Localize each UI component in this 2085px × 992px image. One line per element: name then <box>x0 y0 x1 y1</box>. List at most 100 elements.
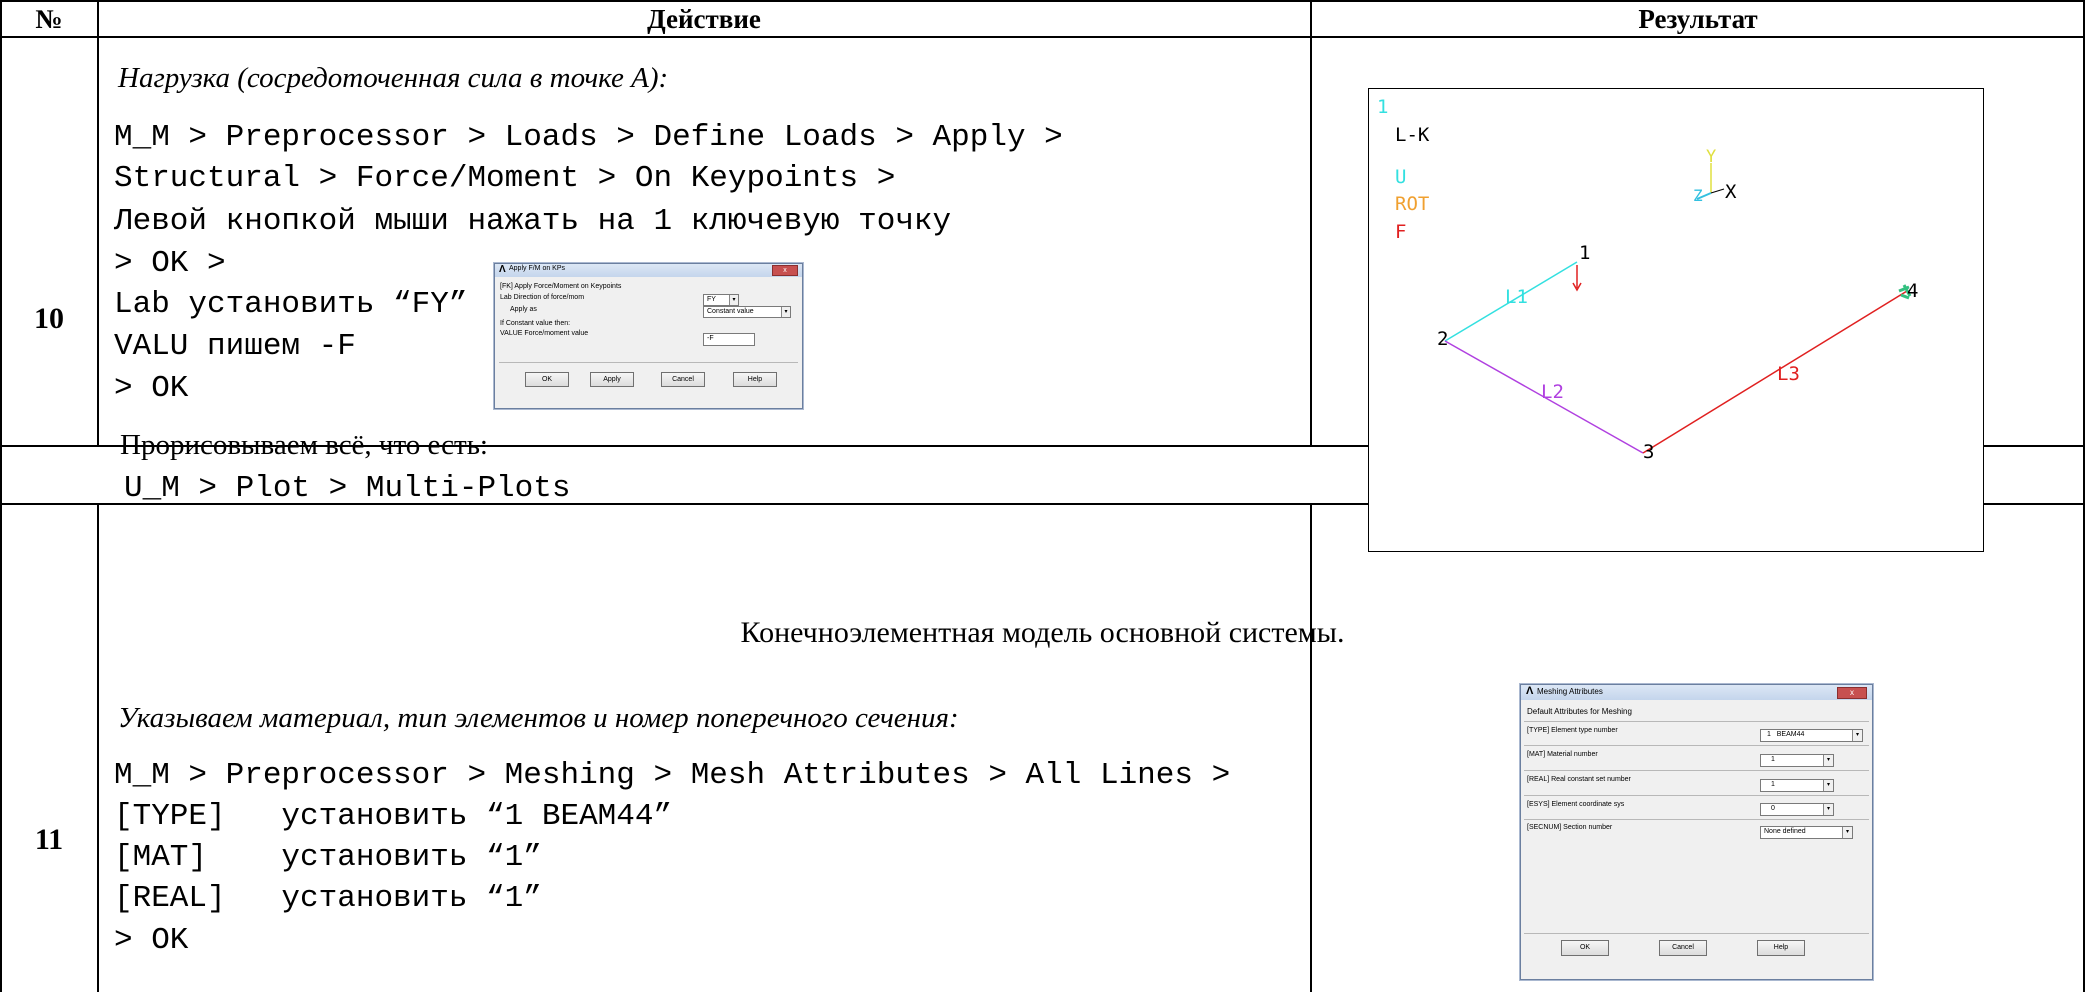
cancel-button[interactable]: Cancel <box>661 372 705 387</box>
row11-line-2: [TYPE] установить “1 BEAM44” <box>114 799 673 834</box>
keypoint-3: 3 <box>1643 441 1654 463</box>
secnum-select[interactable]: None defined ▾ <box>1760 826 1853 839</box>
ok-button[interactable]: OK <box>1561 940 1609 956</box>
row-separator <box>1524 770 1869 771</box>
row11-caption: Указываем материал, тип элементов и номе… <box>118 702 959 734</box>
value-input-text: -F <box>707 335 714 342</box>
row11-line-4: [REAL] установить “1” <box>114 881 542 916</box>
document-page: № Действие Результат 10 Нагрузка (сосред… <box>0 0 2085 992</box>
cancel-button[interactable]: Cancel <box>1659 940 1707 956</box>
legend-u: U <box>1395 166 1406 188</box>
row10-line-5: Lab установить “FY” <box>114 287 468 322</box>
mat-select-value: 1 <box>1771 756 1775 763</box>
row10-line-6: VALU пишем -F <box>114 329 356 364</box>
heading-separator <box>1524 721 1869 722</box>
row-separator <box>1524 819 1869 820</box>
meshing-attributes-dialog[interactable]: Λ Meshing Attributes x Default Attribute… <box>1520 684 1873 980</box>
type-select[interactable]: 1 BEAM44 ▾ <box>1760 729 1863 742</box>
type-select-value: 1 BEAM44 <box>1767 731 1805 738</box>
row10-line-7: > OK <box>114 371 189 406</box>
dialog-title: Apply F/M on KPs <box>509 265 566 272</box>
ansys-plot: 1 L-K U ROT F Y Z X 1 2 3 4 L1 L2 L3 <box>1368 88 1984 552</box>
dialog-heading: [FK] Apply Force/Moment on Keypoints <box>500 283 622 290</box>
window-number: 1 <box>1377 96 1388 118</box>
apply-as-select[interactable]: Constant value ▾ <box>703 306 791 318</box>
apply-button[interactable]: Apply <box>590 372 634 387</box>
chevron-down-icon: ▾ <box>1823 755 1833 766</box>
row-number-10: 10 <box>34 302 64 335</box>
row-separator <box>1524 795 1869 796</box>
ansys-logo-icon: Λ <box>1526 685 1534 697</box>
chevron-down-icon: ▾ <box>781 307 790 317</box>
col-action-border-b <box>1310 503 1312 992</box>
lab-select[interactable]: FY ▾ <box>703 294 739 306</box>
row10-line-4: > OK > <box>114 246 226 281</box>
secnum-select-value: None defined <box>1764 828 1806 835</box>
chevron-down-icon: ▾ <box>1852 730 1862 741</box>
header-action: Действие <box>647 4 761 34</box>
apply-fm-dialog[interactable]: Λ Apply F/M on KPs x [FK] Apply Force/Mo… <box>494 263 803 409</box>
line-l3 <box>1642 290 1908 454</box>
row11-line-5: > OK <box>114 923 189 958</box>
chevron-down-icon: ▾ <box>1823 780 1833 791</box>
header-result: Результат <box>1638 4 1758 34</box>
row10-line-2: Structural > Force/Moment > On Keypoints… <box>114 161 896 196</box>
dialog-heading: Default Attributes for Meshing <box>1527 707 1632 716</box>
triad-x <box>1710 188 1725 194</box>
dialog-titlebar[interactable]: Λ Apply F/M on KPs x <box>495 264 802 277</box>
line-label-l2: L2 <box>1541 381 1564 403</box>
help-button[interactable]: Help <box>1757 940 1805 956</box>
value-label: VALUE Force/moment value <box>500 330 589 337</box>
row11-line-3: [MAT] установить “1” <box>114 840 542 875</box>
col-num-border-b <box>97 503 99 992</box>
row10-note-cmd: U_M > Plot > Multi-Plots <box>124 471 571 506</box>
row-number-11: 11 <box>34 823 64 856</box>
dialog-title: Meshing Attributes <box>1537 687 1603 696</box>
col-action-border-a <box>1310 0 1312 447</box>
lab-select-value: FY <box>707 296 716 303</box>
keypoint-1: 1 <box>1579 242 1590 264</box>
section-title: Конечноэлементная модель основной систем… <box>740 616 1345 649</box>
header-num: № <box>35 4 63 34</box>
close-icon[interactable]: x <box>1837 687 1867 699</box>
dialog-separator <box>1524 933 1869 934</box>
col-num-border-a <box>97 0 99 447</box>
ansys-logo-icon: Λ <box>499 264 506 275</box>
real-select[interactable]: 1 ▾ <box>1760 779 1834 792</box>
lab-label: Lab Direction of force/mom <box>500 294 585 301</box>
close-icon[interactable]: x <box>772 265 798 276</box>
ok-button[interactable]: OK <box>525 372 569 387</box>
row11-line-1: M_M > Preprocessor > Meshing > Mesh Attr… <box>114 758 1231 793</box>
chevron-down-icon: ▾ <box>729 295 738 305</box>
row10-line-3: Левой кнопкой мыши нажать на 1 ключевую … <box>114 204 952 239</box>
triad-label-y: Y <box>1706 147 1716 167</box>
mat-label: [MAT] Material number <box>1527 751 1598 758</box>
esys-select[interactable]: 0 ▾ <box>1760 803 1834 816</box>
secnum-label: [SECNUM] Section number <box>1527 824 1613 831</box>
real-label: [REAL] Real constant set number <box>1527 776 1631 783</box>
value-input[interactable]: -F <box>703 333 755 346</box>
line-label-l3: L3 <box>1777 363 1800 385</box>
apply-as-label: Apply as <box>510 306 537 313</box>
triad-label-z: Z <box>1693 186 1703 205</box>
real-select-value: 1 <box>1771 781 1775 788</box>
help-button[interactable]: Help <box>733 372 777 387</box>
line-label-l1: L1 <box>1505 286 1528 308</box>
triad-label-x: X <box>1725 181 1737 203</box>
table-border-top <box>0 0 2085 2</box>
legend-f: F <box>1395 221 1406 243</box>
dialog-titlebar[interactable]: Λ Meshing Attributes x <box>1521 685 1872 700</box>
if-constant-label: If Constant value then: <box>500 320 571 327</box>
plot-svg: 1 L-K U ROT F Y Z X 1 2 3 4 L1 L2 L3 <box>1377 96 1918 463</box>
type-label: [TYPE] Element type number <box>1527 727 1618 734</box>
keypoint-2: 2 <box>1437 328 1448 350</box>
esys-label: [ESYS] Element coordinate sys <box>1527 801 1625 808</box>
apply-as-value: Constant value <box>707 308 754 315</box>
header-row-border <box>0 36 2085 38</box>
esys-select-value: 0 <box>1771 805 1775 812</box>
row-separator <box>1524 745 1869 746</box>
mat-select[interactable]: 1 ▾ <box>1760 754 1834 767</box>
keypoint-4: 4 <box>1907 280 1918 302</box>
legend-rot: ROT <box>1395 193 1429 215</box>
row10-caption: Нагрузка (сосредоточенная сила в точке А… <box>118 62 669 94</box>
